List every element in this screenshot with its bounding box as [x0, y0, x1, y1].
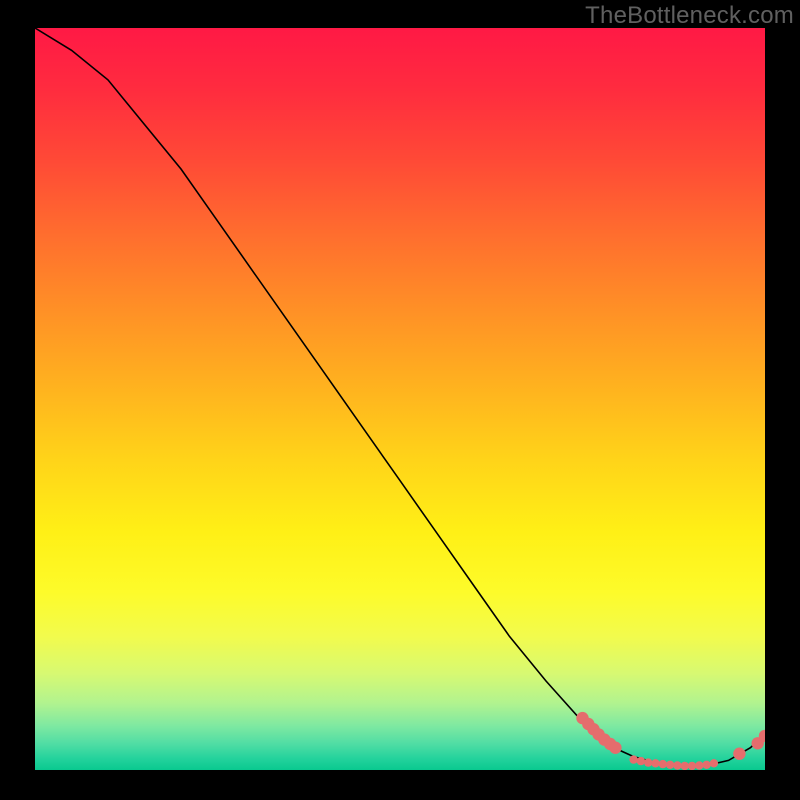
curve-layer: [35, 28, 765, 770]
data-point-bottom-cluster: [666, 761, 674, 769]
data-point-bottom-cluster: [651, 759, 659, 767]
data-point-bottom-cluster: [644, 758, 652, 766]
plot-area: [35, 28, 765, 770]
data-point-bottom-cluster: [702, 761, 710, 769]
data-point-bottom-cluster: [688, 762, 696, 770]
data-point-bottom-cluster: [659, 760, 667, 768]
data-point-bottom-cluster: [637, 757, 645, 765]
chart-frame: TheBottleneck.com: [0, 0, 800, 800]
data-points: [576, 712, 765, 770]
data-point-bottom-cluster: [629, 755, 637, 763]
data-point-segment-a: [609, 742, 621, 754]
data-point-bottom-cluster: [695, 761, 703, 769]
data-point-bottom-cluster: [673, 761, 681, 769]
data-point-bottom-cluster: [710, 759, 718, 767]
data-point-upturn: [733, 748, 745, 760]
watermark-label: TheBottleneck.com: [585, 2, 794, 30]
data-point-bottom-cluster: [681, 762, 689, 770]
bottleneck-curve: [35, 28, 765, 766]
